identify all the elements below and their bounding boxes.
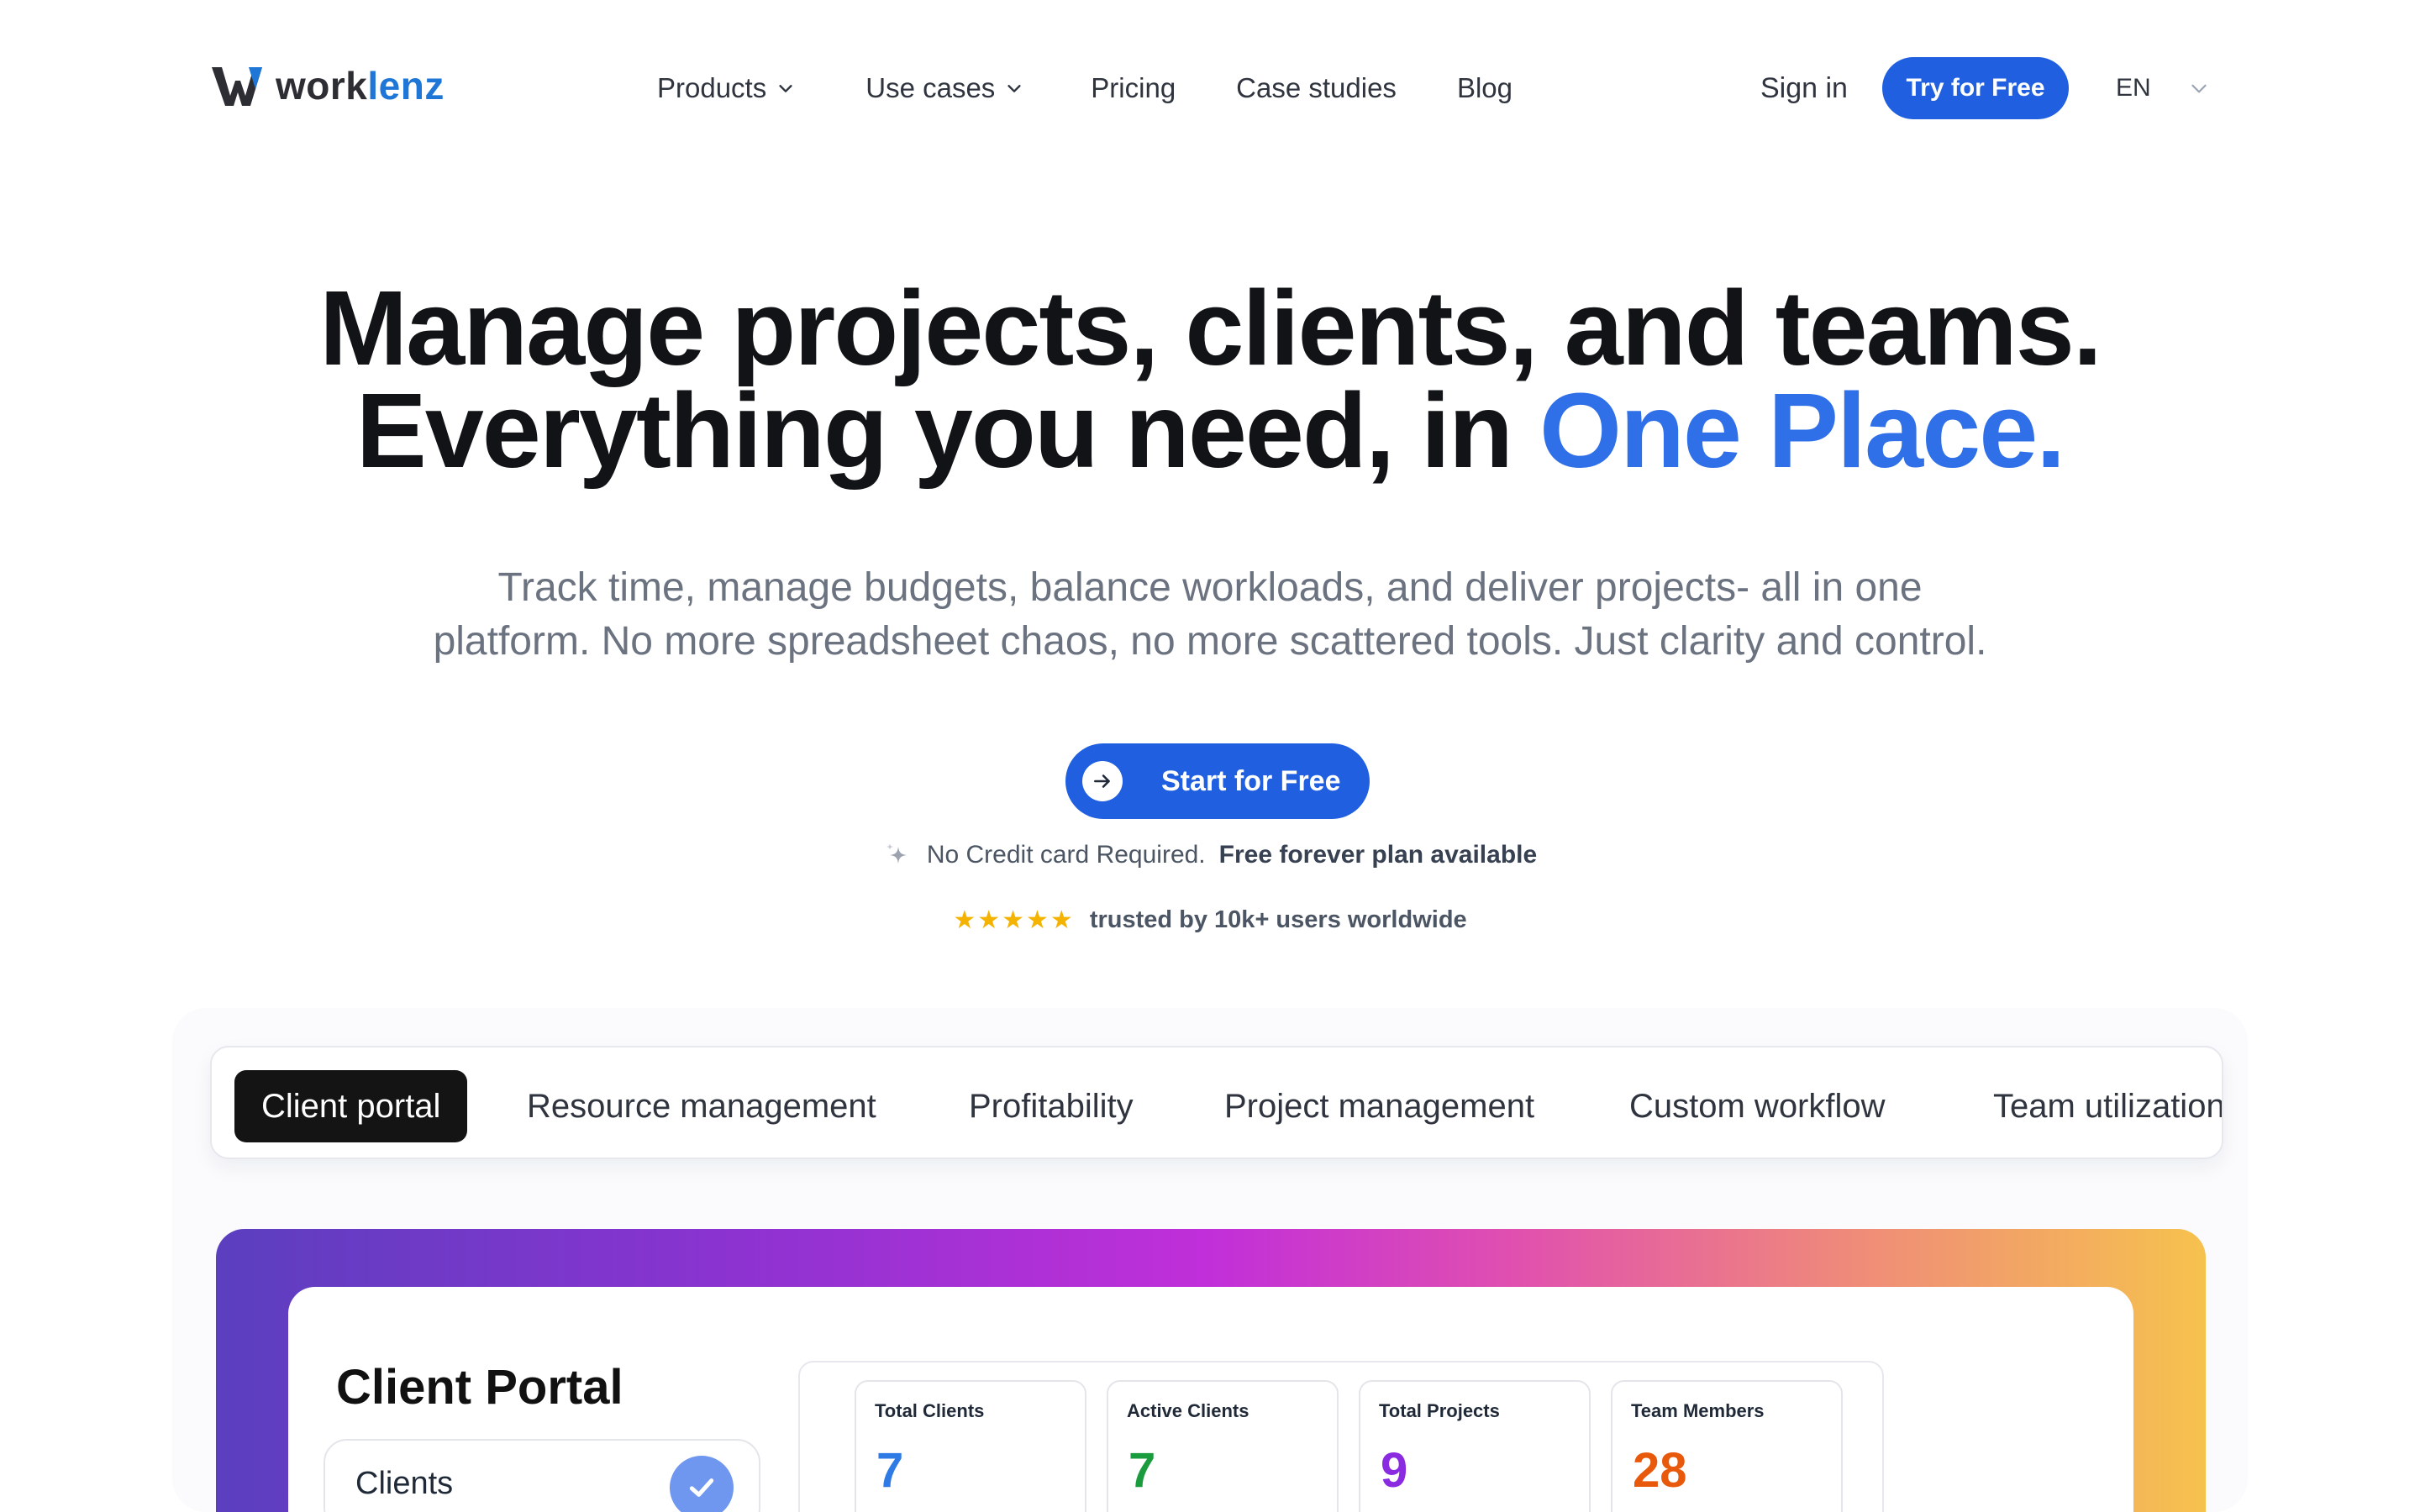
no-credit-card-text: No Credit card Required. xyxy=(926,841,1206,869)
hero-title-line2-prefix: Everything you need, in xyxy=(355,371,1539,490)
chevron-down-icon xyxy=(779,85,792,92)
nav-pricing[interactable]: Pricing xyxy=(1091,72,1176,104)
stat-label: Active Clients xyxy=(1127,1400,1249,1421)
check-icon xyxy=(670,1456,734,1512)
tab-profitability[interactable]: Profitability xyxy=(969,1070,1134,1142)
site-header: worklenz Products Use cases Pricing Case… xyxy=(0,0,2420,176)
clients-menu-item[interactable]: Clients xyxy=(324,1439,760,1512)
client-portal-title: Client Portal xyxy=(336,1360,623,1415)
nav-use-cases-label: Use cases xyxy=(865,72,996,103)
stat-value: 9 xyxy=(1381,1443,1408,1498)
chevron-down-icon xyxy=(1007,85,1021,92)
trusted-rating: ★★★★★ trusted by 10k+ users worldwide xyxy=(0,906,2420,935)
trusted-text: trusted by 10k+ users worldwide xyxy=(1089,906,1467,933)
stat-value: 7 xyxy=(876,1443,904,1498)
stat-label: Total Projects xyxy=(1379,1400,1500,1421)
nav-case-studies[interactable]: Case studies xyxy=(1236,72,1397,104)
tab-team-utilization[interactable]: Team utilization xyxy=(1993,1070,2222,1142)
worklenz-logo[interactable]: worklenz xyxy=(210,62,445,109)
stat-value: 7 xyxy=(1128,1443,1156,1498)
tab-resource-management[interactable]: Resource management xyxy=(527,1070,876,1142)
hero-title: Manage projects, clients, and teams. Eve… xyxy=(0,269,2420,484)
hero-subtitle-line2: platform. No more spreadsheet chaos, no … xyxy=(433,619,1987,664)
stat-card-team-members: Team Members 28 xyxy=(1611,1380,1843,1512)
tab-custom-workflow[interactable]: Custom workflow xyxy=(1629,1070,1886,1142)
chevron-down-icon xyxy=(2191,84,2207,93)
logo-wordmark-part1: work xyxy=(276,64,368,108)
tab-project-management[interactable]: Project management xyxy=(1224,1070,1534,1142)
hero-subtitle-line1: Track time, manage budgets, balance work… xyxy=(497,565,1923,610)
stat-label: Team Members xyxy=(1631,1400,1765,1421)
logo-wordmark: worklenz xyxy=(276,63,445,108)
hero-title-highlight: One Place. xyxy=(1539,371,2065,490)
tab-client-portal[interactable]: Client portal xyxy=(234,1070,468,1142)
stat-label: Total Clients xyxy=(875,1400,985,1421)
arrow-right-icon xyxy=(1082,761,1123,801)
language-selector[interactable]: EN xyxy=(2116,67,2210,109)
feature-tabs: Client portal Resource management Profit… xyxy=(210,1046,2223,1159)
start-for-free-button[interactable]: Start for Free xyxy=(1065,743,1370,819)
hero-subtitle: Track time, manage budgets, balance work… xyxy=(336,561,2084,669)
sparkle-icon xyxy=(886,843,907,864)
stat-card-total-projects: Total Projects 9 xyxy=(1359,1380,1591,1512)
stat-card-active-clients: Active Clients 7 xyxy=(1107,1380,1339,1512)
free-plan-text: Free forever plan available xyxy=(1218,841,1538,869)
worklenz-logo-icon xyxy=(212,67,262,106)
sign-in-link[interactable]: Sign in xyxy=(1760,67,1848,109)
stat-value: 28 xyxy=(1633,1443,1687,1498)
start-for-free-label: Start for Free xyxy=(1161,764,1341,797)
main-nav: Products Use cases Pricing Case studies … xyxy=(657,67,1512,109)
hero-title-line1: Manage projects, clients, and teams. xyxy=(319,269,2102,387)
clients-menu-label: Clients xyxy=(355,1466,454,1501)
nav-products[interactable]: Products xyxy=(657,72,795,104)
hero-title-line2: Everything you need, in One Place. xyxy=(0,378,2420,484)
star-rating-icon: ★★★★★ xyxy=(953,906,1075,934)
try-for-free-button[interactable]: Try for Free xyxy=(1882,57,2069,119)
nav-blog[interactable]: Blog xyxy=(1457,72,1512,104)
logo-wordmark-part2: lenz xyxy=(367,64,445,108)
nav-products-label: Products xyxy=(657,72,767,103)
stat-card-total-clients: Total Clients 7 xyxy=(855,1380,1086,1512)
no-credit-card-note: No Credit card Required. Free forever pl… xyxy=(0,840,2420,870)
nav-use-cases[interactable]: Use cases xyxy=(865,72,1023,104)
language-label: EN xyxy=(2116,74,2151,102)
